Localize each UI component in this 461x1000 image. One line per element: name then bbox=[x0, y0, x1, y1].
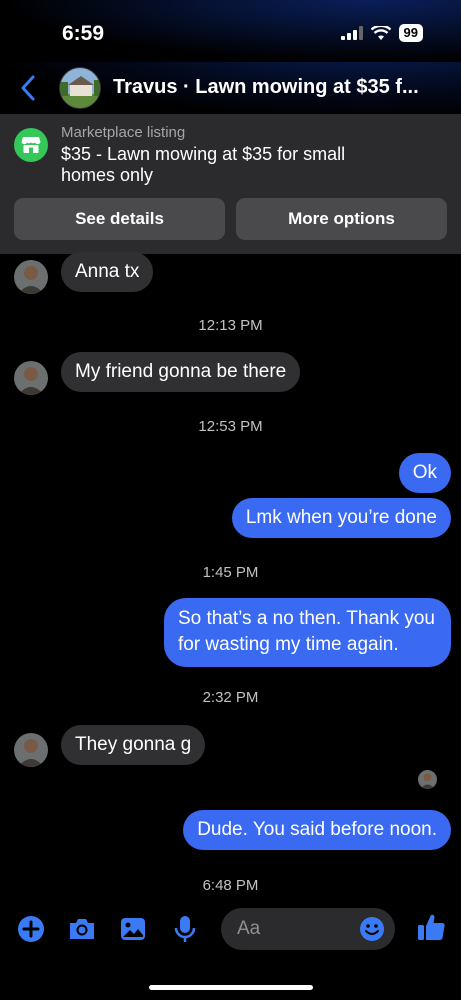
wifi-icon bbox=[370, 25, 391, 40]
sender-avatar[interactable] bbox=[14, 361, 48, 395]
timestamp: 12:13 PM bbox=[198, 317, 263, 334]
microphone-icon[interactable] bbox=[170, 914, 200, 944]
thumbs-up-icon[interactable] bbox=[415, 911, 447, 943]
message-bubble-incoming[interactable]: Anna tx bbox=[61, 252, 154, 292]
message-bubble-incoming[interactable]: My friend gonna be there bbox=[61, 352, 301, 392]
emoji-icon[interactable] bbox=[359, 916, 385, 942]
message-input[interactable] bbox=[237, 908, 357, 950]
message-bubble-incoming[interactable]: They gonna g bbox=[61, 725, 206, 765]
message-line: for wasting my time again. bbox=[177, 634, 399, 655]
timestamp: 2:32 PM bbox=[202, 689, 259, 706]
timestamp: 12:53 PM bbox=[198, 418, 263, 435]
timestamp: 1:45 PM bbox=[202, 564, 259, 581]
plus-circle-icon[interactable] bbox=[16, 914, 46, 944]
message-input-field[interactable] bbox=[221, 908, 395, 950]
read-receipt-avatar bbox=[418, 770, 437, 789]
signal-icon bbox=[340, 26, 363, 40]
sender-avatar[interactable] bbox=[14, 260, 48, 294]
person-photo-icon bbox=[14, 733, 48, 767]
status-bar: 6:59 99 bbox=[0, 0, 461, 62]
message-line: So that’s a no then. Thank you bbox=[177, 608, 435, 629]
battery-indicator: 99 bbox=[398, 24, 423, 42]
message-bubble-outgoing[interactable]: Ok bbox=[398, 453, 451, 493]
more-options-button[interactable]: More options bbox=[236, 198, 447, 240]
listing-avatar[interactable] bbox=[59, 67, 101, 109]
message-bubble-outgoing[interactable]: Lmk when you’re done bbox=[231, 498, 451, 538]
back-chevron-icon[interactable] bbox=[18, 74, 38, 102]
status-icons: 99 bbox=[340, 24, 423, 42]
home-indicator bbox=[149, 985, 313, 990]
house-photo-icon bbox=[60, 68, 100, 108]
person-photo-icon bbox=[14, 260, 48, 294]
conversation-title[interactable]: Travus · Lawn mowing at $35 f... bbox=[113, 76, 443, 99]
listing-title: $35 - Lawn mowing at $35 for small homes… bbox=[61, 144, 346, 185]
person-photo-icon bbox=[418, 770, 437, 789]
person-photo-icon bbox=[14, 361, 48, 395]
photo-gallery-icon[interactable] bbox=[118, 914, 148, 944]
listing-label: Marketplace listing bbox=[61, 124, 186, 141]
conversation-header: Travus · Lawn mowing at $35 f... bbox=[0, 62, 461, 114]
camera-icon[interactable] bbox=[67, 914, 97, 944]
see-details-button[interactable]: See details bbox=[14, 198, 225, 240]
marketplace-listing-card: Marketplace listing $35 - Lawn mowing at… bbox=[0, 114, 461, 254]
timestamp: 6:48 PM bbox=[202, 877, 259, 894]
marketplace-icon bbox=[14, 128, 48, 162]
sender-avatar[interactable] bbox=[14, 733, 48, 767]
message-bubble-outgoing[interactable]: Dude. You said before noon. bbox=[183, 810, 451, 850]
status-time: 6:59 bbox=[62, 22, 105, 45]
message-bubble-outgoing[interactable]: So that’s a no then. Thank you for wasti… bbox=[163, 598, 451, 667]
